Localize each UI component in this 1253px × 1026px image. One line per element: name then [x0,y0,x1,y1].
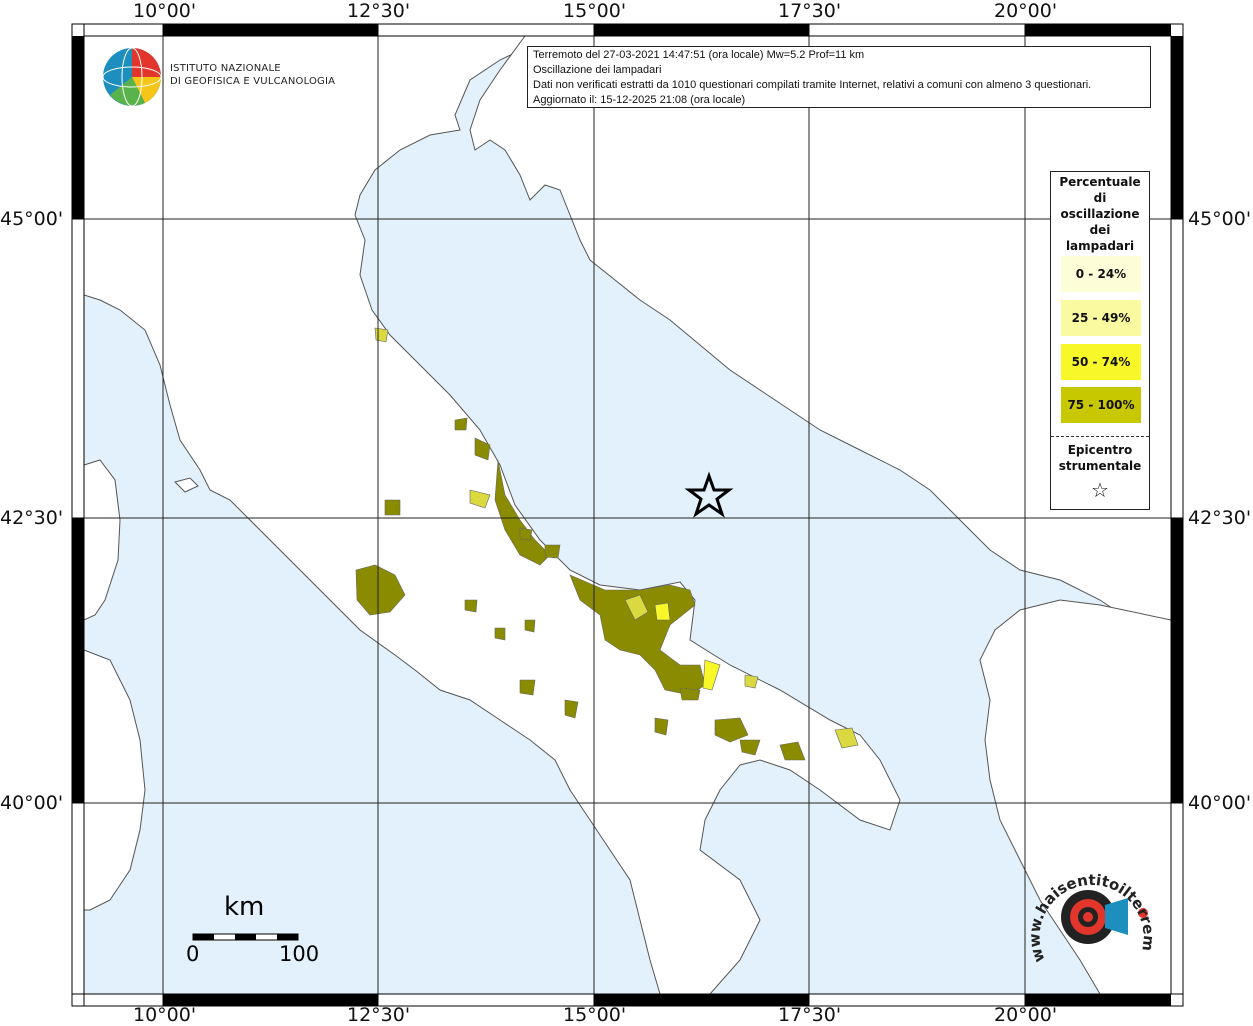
institute-line-2: DI GEOFISICA E VULCANOLOGIA [170,76,336,87]
legend-item-0-24: 0 - 24% [1061,256,1141,292]
legend-title-line: oscillazione [1060,207,1140,221]
event-info-box: Terremoto del 27-03-2021 14:47:51 (ora l… [527,46,1151,108]
legend-item-50-74: 50 - 74% [1061,344,1141,380]
legend-star-icon: ☆ [1091,478,1109,502]
lat-label-left-1: 45°00' [0,208,64,230]
lon-label-top-3: 15°00' [563,0,627,22]
lat-label-right-2: 42°30' [1188,507,1252,529]
lon-label-bottom-5: 20°00' [994,1004,1058,1026]
legend-title-line: lampadari [1065,239,1135,253]
map-subject: Oscillazione dei lampadari [533,64,662,76]
lat-label-right-3: 40°00' [1188,792,1252,814]
legend-divider [1051,436,1149,437]
data-note: Dati non verificati estratti da 1010 que… [533,79,1092,91]
institute-line-1: ISTITUTO NAZIONALE [170,63,281,74]
scale-bar-labels: km 0 100 [186,892,326,972]
scale-max: 100 [279,942,320,966]
legend-item-25-49: 25 - 49% [1061,300,1141,336]
scale-min: 0 [186,942,200,966]
legend-title-line: dei [1089,223,1111,237]
legend: Percentuale di oscillazione dei lampadar… [1050,171,1150,510]
lat-label-right-1: 45°00' [1188,208,1252,230]
legend-epicenter-line-2: strumentale [1058,459,1142,473]
lon-label-top-1: 10°00' [133,0,197,22]
lon-label-top-4: 17°30' [778,0,842,22]
update-time: Aggiornato il: 15-12-2025 21:08 (ora loc… [533,94,746,106]
institute-name: ISTITUTO NAZIONALE DI GEOFISICA E VULCAN… [170,62,335,88]
lon-label-bottom-2: 12°30' [347,1004,411,1026]
legend-epicenter-label: Epicentro strumentale [1051,442,1149,474]
lon-label-bottom-3: 15°00' [563,1004,627,1026]
legend-item-75-100: 75 - 100% [1061,387,1141,423]
legend-epicenter-line-1: Epicentro [1067,443,1133,457]
lat-label-left-3: 40°00' [0,792,64,814]
legend-title-line: di [1093,191,1107,205]
scale-unit: km [224,892,265,922]
legend-title: Percentuale di oscillazione dei lampadar… [1051,172,1149,254]
lon-label-top-5: 20°00' [994,0,1058,22]
watermark-text: www.haisentitoilterremoto.it [1025,850,1155,965]
lon-label-top-2: 12°30' [347,0,411,22]
lon-label-bottom-1: 10°00' [133,1004,197,1026]
watermark: www.haisentitoilterremoto.it [1025,850,1155,965]
ingv-logo-icon [102,47,162,107]
legend-title-line: Percentuale [1059,175,1141,189]
lat-label-left-2: 42°30' [0,507,64,529]
lon-label-bottom-4: 17°30' [778,1004,842,1026]
event-title: Terremoto del 27-03-2021 14:47:51 (ora l… [533,49,865,61]
